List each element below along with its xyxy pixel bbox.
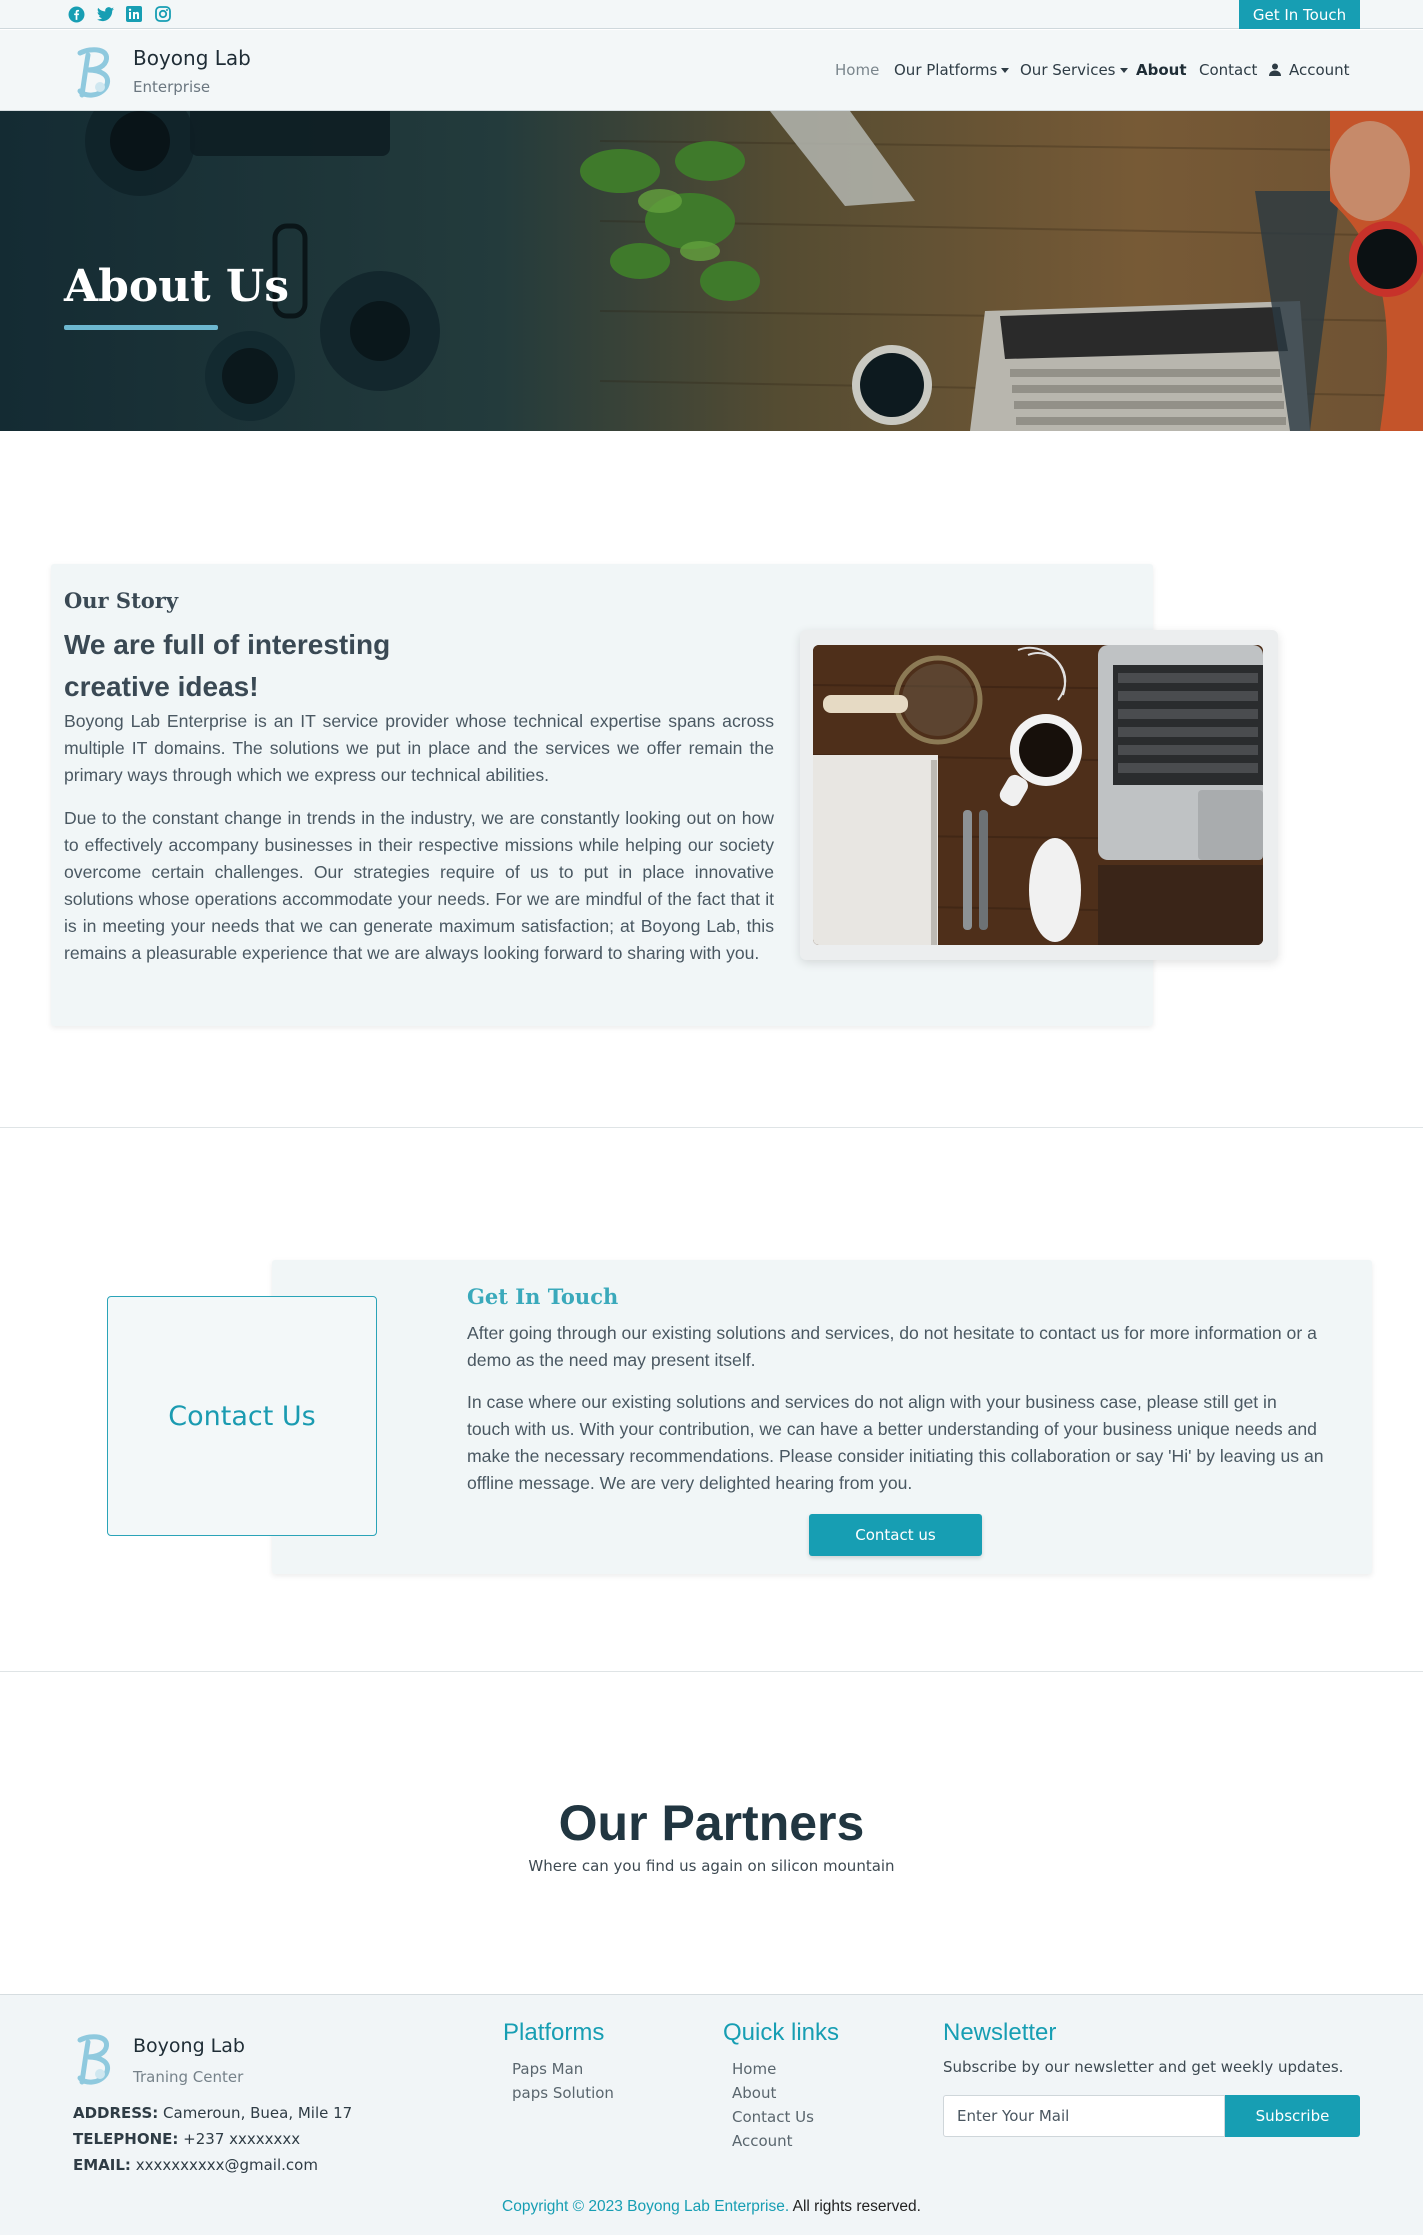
story-paragraph-2: Due to the constant change in trends in … — [64, 808, 774, 963]
contact-paragraph-2: In case where our existing solutions and… — [467, 1392, 1324, 1493]
newsletter-email-input[interactable]: Enter Your Mail — [943, 2095, 1225, 2137]
address-value: Cameroun, Buea, Mile 17 — [163, 2104, 353, 2122]
contact-us-button[interactable]: Contact us — [809, 1514, 982, 1556]
quick-links-heading: Quick links — [723, 2019, 840, 2046]
contact-us-box: Contact Us — [107, 1296, 377, 1536]
footer-address: ADDRESS: Cameroun, Buea, Mile 17 — [73, 2104, 352, 2122]
partners-subtitle: Where can you find us again on silicon m… — [528, 1857, 895, 1875]
nav-our-platforms-label: Our Platforms — [894, 61, 998, 79]
story-heading-line-1: We are full of interesting — [64, 629, 391, 660]
page-title: About Us — [64, 261, 290, 312]
top-bar: Get In Touch — [0, 0, 1423, 29]
hero-banner: About Us — [0, 111, 1423, 431]
brand-name[interactable]: Boyong Lab — [133, 46, 251, 70]
footer-link-home[interactable]: Home — [732, 2060, 776, 2078]
footer-brand-name: Boyong Lab — [133, 2035, 245, 2057]
partners-title: Our Partners — [558, 1795, 865, 1851]
address-label: ADDRESS: — [73, 2104, 159, 2122]
contact-paragraph-1: After going through our existing solutio… — [467, 1323, 1317, 1370]
nav-account[interactable]: Account — [1269, 61, 1350, 80]
subscribe-button[interactable]: Subscribe — [1225, 2095, 1360, 2137]
newsletter-text: Subscribe by our newsletter and get week… — [943, 2058, 1344, 2076]
nav-account-label: Account — [1289, 61, 1350, 79]
email-value: xxxxxxxxxx@gmail.com — [135, 2156, 318, 2174]
brand-logo[interactable] — [70, 43, 120, 105]
nav-our-services-label: Our Services — [1020, 61, 1116, 79]
section-divider — [0, 1127, 1423, 1128]
telephone-label: TELEPHONE: — [73, 2130, 179, 2148]
title-underline — [64, 325, 218, 330]
footer-link-account[interactable]: Account — [732, 2132, 793, 2150]
newsletter-heading: Newsletter — [943, 2019, 1057, 2046]
facebook-icon[interactable] — [66, 4, 86, 24]
nav-home[interactable]: Home — [835, 61, 879, 79]
footer-brand-subtitle: Traning Center — [133, 2068, 244, 2086]
footer-link-about[interactable]: About — [732, 2084, 776, 2102]
twitter-icon[interactable] — [95, 4, 115, 24]
copyright: Copyright © 2023 Boyong Lab Enterprise. … — [0, 2198, 1423, 2216]
platforms-heading: Platforms — [503, 2019, 605, 2046]
story-heading-line-2: creative ideas! — [64, 671, 259, 702]
story-image — [813, 645, 1263, 945]
footer-logo[interactable] — [70, 2030, 120, 2092]
footer-link-paps-solution[interactable]: paps Solution — [512, 2084, 614, 2102]
chevron-down-icon — [1119, 68, 1128, 73]
chevron-down-icon — [1001, 68, 1010, 73]
linkedin-icon[interactable] — [124, 4, 144, 24]
footer-link-paps-man[interactable]: Paps Man — [512, 2060, 583, 2078]
get-in-touch-button[interactable]: Get In Touch — [1239, 0, 1360, 29]
telephone-value: +237 xxxxxxxx — [183, 2130, 301, 2148]
nav-contact[interactable]: Contact — [1199, 61, 1257, 79]
get-in-touch-title: Get In Touch — [467, 1284, 619, 1309]
instagram-icon[interactable] — [153, 4, 173, 24]
story-kicker: Our Story — [64, 588, 179, 613]
email-label: EMAIL: — [73, 2156, 131, 2174]
user-icon — [1269, 62, 1281, 80]
nav-our-platforms[interactable]: Our Platforms — [894, 61, 1010, 79]
social-links — [66, 4, 182, 24]
footer-email: EMAIL: xxxxxxxxxx@gmail.com — [73, 2156, 318, 2174]
section-divider — [0, 1671, 1423, 1672]
nav-our-services[interactable]: Our Services — [1020, 61, 1128, 79]
nav-about[interactable]: About — [1136, 61, 1187, 79]
rights-reserved: All rights reserved. — [792, 2198, 921, 2215]
copyright-notice[interactable]: Copyright © 2023 Boyong Lab Enterprise. — [502, 2198, 789, 2215]
story-paragraph-1: Boyong Lab Enterprise is an IT service p… — [64, 711, 774, 785]
brand-subtitle: Enterprise — [133, 78, 211, 96]
footer-telephone: TELEPHONE: +237 xxxxxxxx — [73, 2130, 300, 2148]
footer-link-contact-us[interactable]: Contact Us — [732, 2108, 814, 2126]
story-heading: We are full of interesting creative idea… — [64, 624, 484, 708]
